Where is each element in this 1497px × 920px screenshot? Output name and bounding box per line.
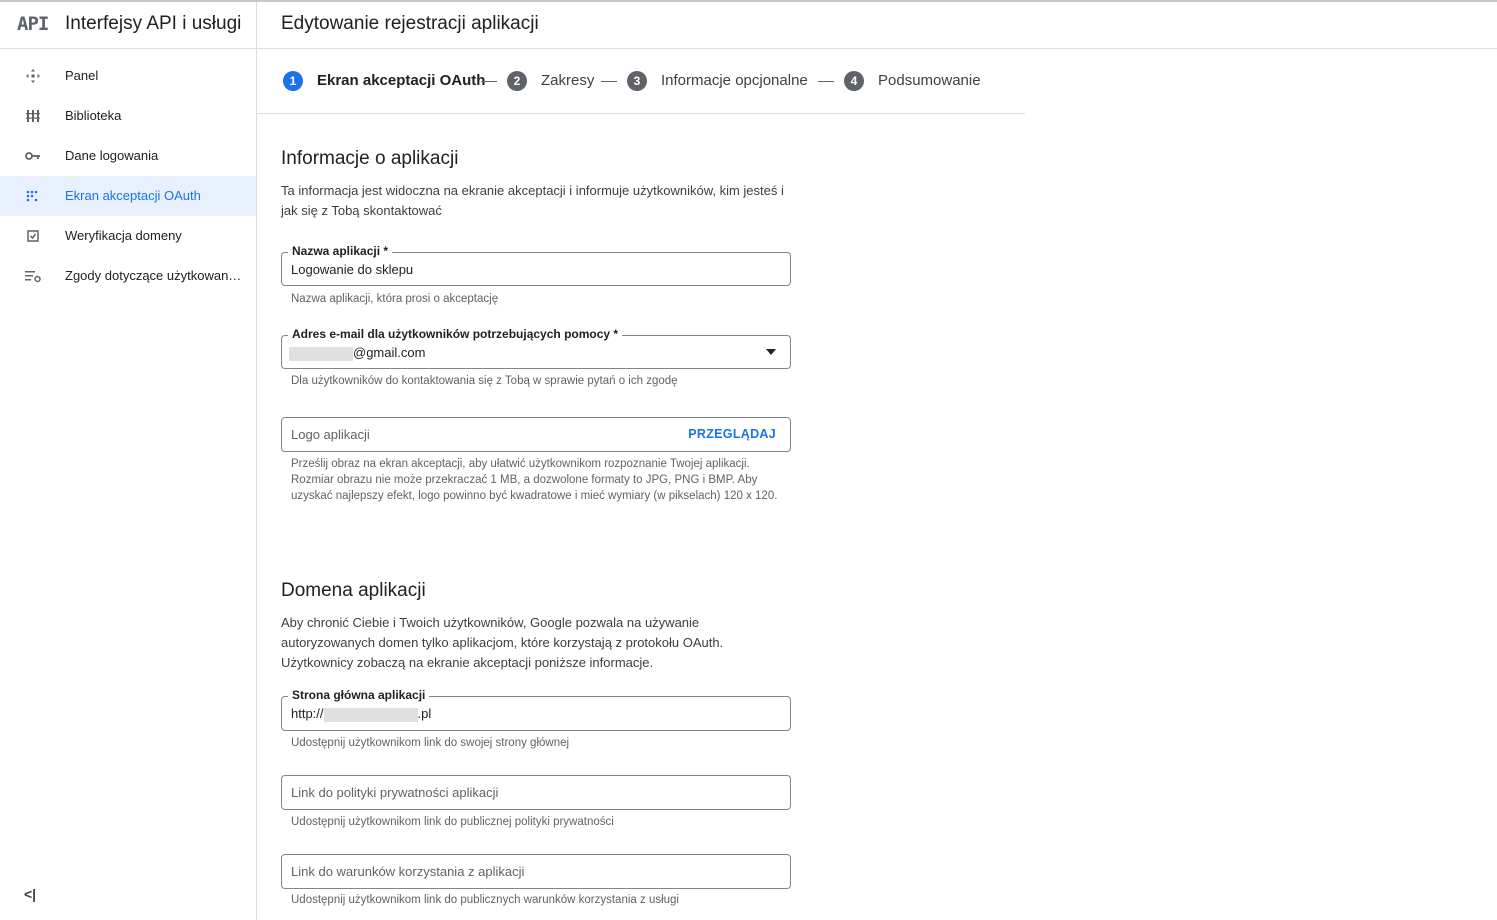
app-logo-field[interactable]: Logo aplikacji PRZEGLĄDAJ <box>281 417 791 452</box>
support-email-select[interactable]: Adres e-mail dla użytkowników potrzebują… <box>281 327 791 369</box>
key-icon <box>25 152 40 160</box>
app-name-hint: Nazwa aplikacji, która prosi o akceptacj… <box>291 293 499 305</box>
sidebar-item-ekran-akceptacji[interactable]: Ekran akceptacji OAuth <box>0 176 256 216</box>
sidebar-item-label: Ekran akceptacji OAuth <box>65 188 201 203</box>
step-separator <box>481 81 497 82</box>
app-logo-placeholder: Logo aplikacji <box>291 427 370 442</box>
terms-of-service-placeholder: Link do warunków korzystania z aplikacji <box>291 864 525 879</box>
step-2-number: 2 <box>507 71 527 91</box>
support-email-hint: Dla użytkowników do kontaktowania się z … <box>291 375 678 387</box>
step-4-number: 4 <box>844 71 864 91</box>
app-info-description: Ta informacja jest widoczna na ekranie a… <box>281 183 784 218</box>
api-logo: API <box>17 13 49 35</box>
privacy-policy-hint: Udostępnij użytkownikom link do publiczn… <box>291 816 614 828</box>
privacy-policy-field[interactable]: Link do polityki prywatności aplikacji <box>281 775 791 810</box>
sidebar-item-biblioteka[interactable]: Biblioteka <box>0 96 256 136</box>
step-1-label[interactable]: Ekran akceptacji OAuth <box>317 72 485 89</box>
app-name-value[interactable]: Logowanie do sklepu <box>291 262 413 277</box>
stepper: 1 Ekran akceptacji OAuth 2 Zakresy 3 Inf… <box>257 49 1025 114</box>
homepage-field[interactable]: Strona główna aplikacji http:// .pl <box>281 688 791 731</box>
sidebar-brand: API Interfejsy API i usługi <box>0 2 256 49</box>
app-name-label: Nazwa aplikacji * <box>288 244 393 258</box>
sidebar-item-label: Weryfikacja domeny <box>65 228 182 243</box>
homepage-prefix: http:// <box>291 706 324 721</box>
sidebar-item-label: Panel <box>65 68 99 83</box>
step-separator <box>601 81 617 82</box>
sidebar-item-dane-logowania[interactable]: Dane logowania <box>0 136 256 176</box>
step-3-number: 3 <box>627 71 647 91</box>
homepage-suffix: .pl <box>417 706 432 721</box>
checkbox-icon <box>27 230 39 242</box>
homepage-label: Strona główna aplikacji <box>288 688 430 702</box>
library-icon <box>26 110 40 122</box>
support-email-value: @gmail.com <box>353 345 426 360</box>
app-name-field[interactable]: Nazwa aplikacji * Logowanie do sklepu <box>281 244 791 286</box>
collapse-sidebar-icon[interactable]: <| <box>24 886 36 902</box>
step-3-label[interactable]: Informacje opcjonalne <box>661 72 808 89</box>
step-1-number: 1 <box>283 71 303 91</box>
sidebar-item-zgody[interactable]: Zgody dotyczące użytkowan… <box>0 256 256 296</box>
dashboard-icon <box>26 69 40 83</box>
terms-of-service-field[interactable]: Link do warunków korzystania z aplikacji <box>281 854 791 889</box>
sidebar-item-label: Zgody dotyczące użytkowan… <box>65 268 242 283</box>
redacted-block <box>289 346 353 361</box>
step-4-label[interactable]: Podsumowanie <box>878 72 981 89</box>
step-2-label[interactable]: Zakresy <box>541 72 594 89</box>
sidebar-item-panel[interactable]: Panel <box>0 56 256 96</box>
redacted-block <box>323 707 418 722</box>
chevron-down-icon[interactable] <box>766 349 776 355</box>
step-separator <box>818 81 834 82</box>
app-domain-description: Aby chronić Ciebie i Twoich użytkowników… <box>281 615 724 670</box>
settings-list-icon <box>25 271 41 283</box>
terms-of-service-hint: Udostępnij użytkownikom link do publiczn… <box>291 894 679 906</box>
privacy-policy-placeholder: Link do polityki prywatności aplikacji <box>291 785 499 800</box>
sidebar-nav: Panel Biblioteka Dane logowania Ekran ak… <box>0 56 256 296</box>
support-email-value-wrap: @gmail.com <box>289 345 425 361</box>
sidebar: API Interfejsy API i usługi Panel Biblio… <box>0 2 257 920</box>
product-title: Interfejsy API i usługi <box>65 13 242 34</box>
sidebar-item-label: Biblioteka <box>65 108 122 123</box>
app-logo-hint: Prześlij obraz na ekran akceptacji, aby … <box>291 458 778 502</box>
section-title-app-info: Informacje o aplikacji <box>281 148 459 169</box>
support-email-label: Adres e-mail dla użytkowników potrzebują… <box>288 327 623 341</box>
sidebar-item-label: Dane logowania <box>65 148 159 163</box>
homepage-value-wrap[interactable]: http:// .pl <box>291 706 431 722</box>
sidebar-item-weryfikacja-domeny[interactable]: Weryfikacja domeny <box>0 216 256 256</box>
browse-button[interactable]: PRZEGLĄDAJ <box>688 427 776 441</box>
page-title: Edytowanie rejestracji aplikacji <box>281 13 539 34</box>
oauth-consent-icon <box>26 190 38 202</box>
section-title-app-domain: Domena aplikacji <box>281 580 426 601</box>
page-header: Edytowanie rejestracji aplikacji <box>257 2 1497 49</box>
homepage-hint: Udostępnij użytkownikom link do swojej s… <box>291 737 570 749</box>
